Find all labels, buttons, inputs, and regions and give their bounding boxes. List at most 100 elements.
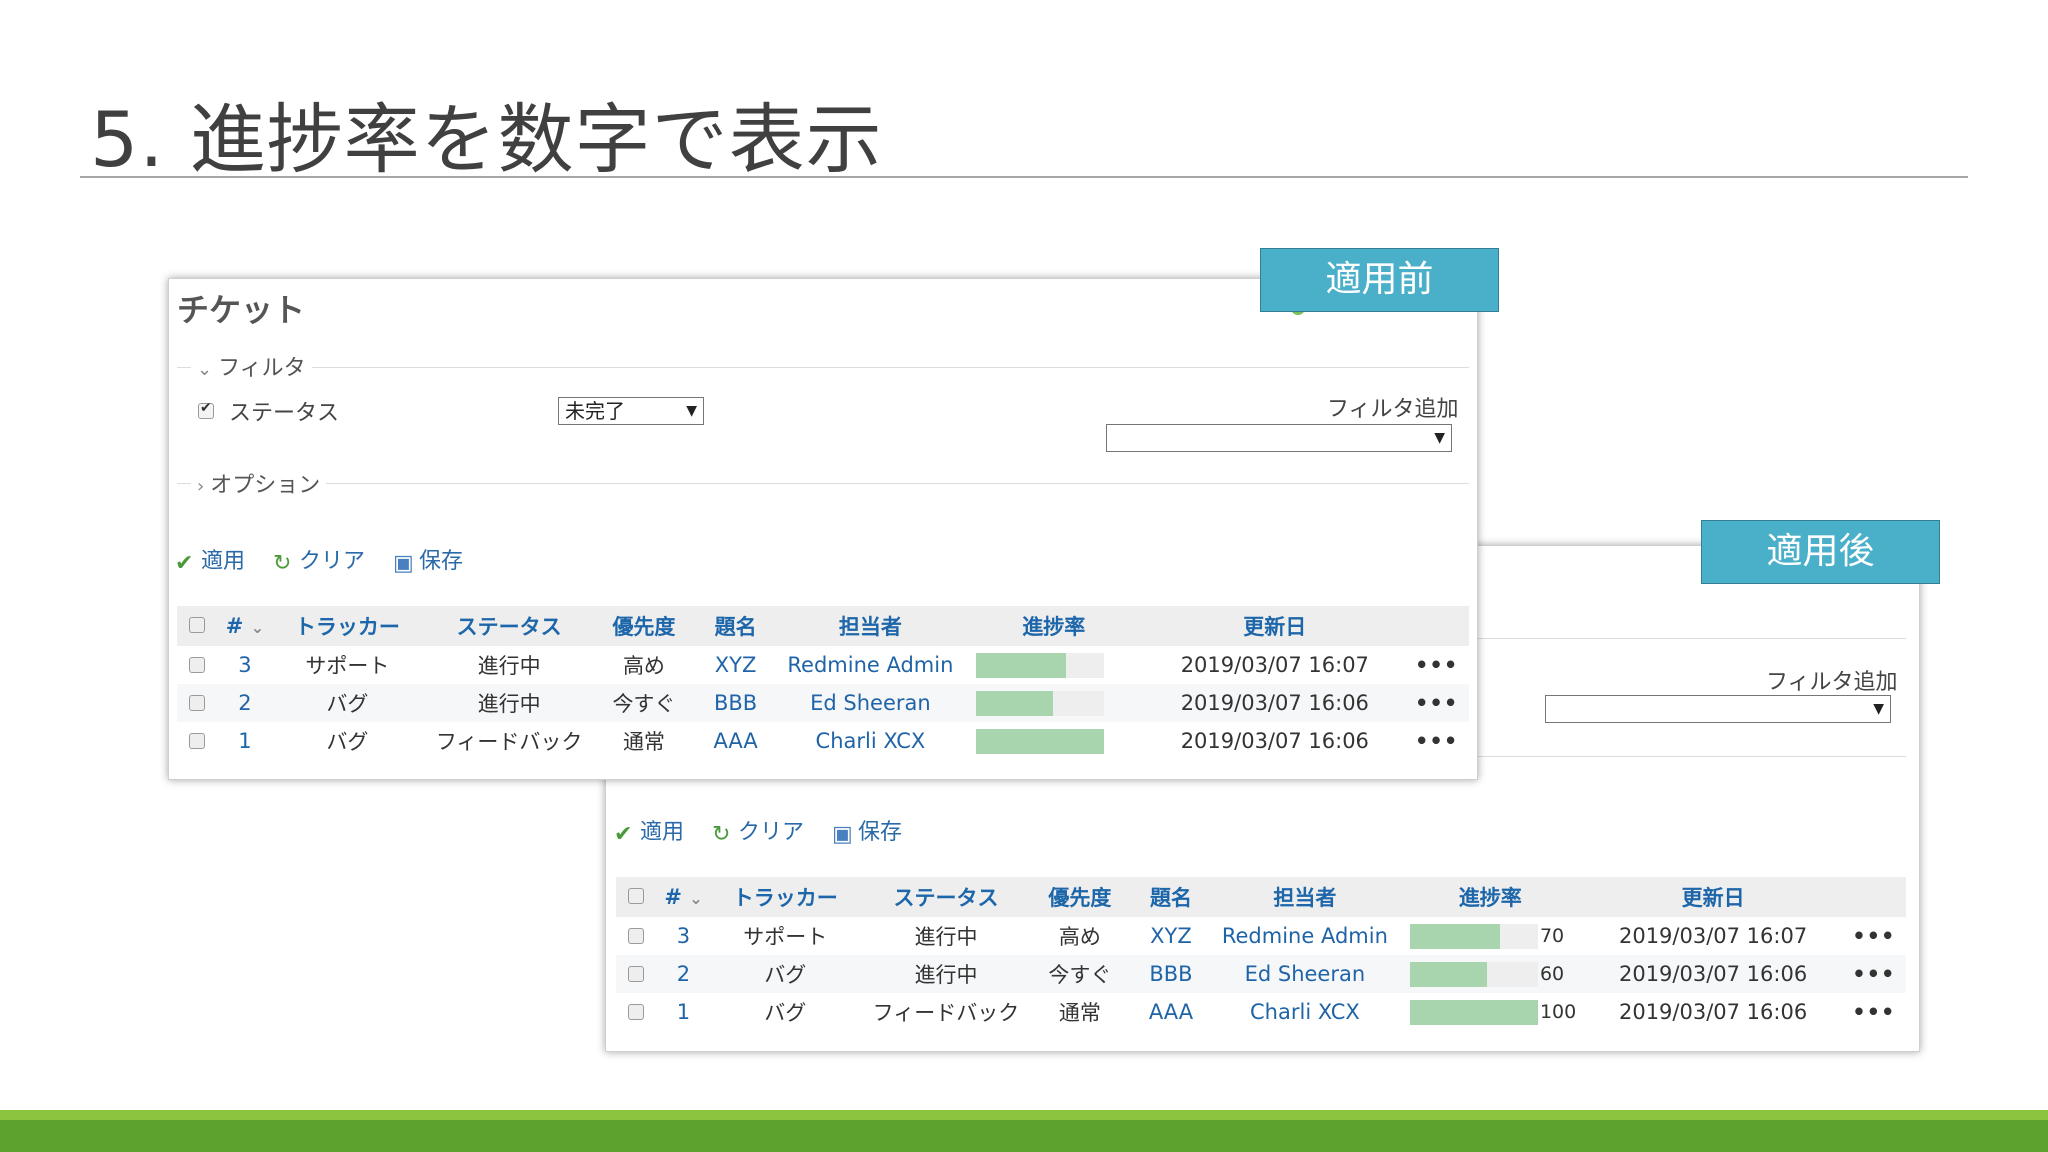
col-tracker[interactable]: トラッカー bbox=[271, 606, 423, 646]
options-fieldset-line bbox=[177, 483, 1469, 484]
clear-link[interactable]: ↻ クリア bbox=[712, 820, 804, 847]
table-row[interactable]: 2 バグ 進行中 今すぐ BBB Ed Sheeran 2019/03/07 16:06 ••… bbox=[177, 684, 1469, 722]
progress-bar-fill bbox=[1409, 999, 1538, 1025]
col-progress[interactable]: 進捗率 bbox=[962, 606, 1146, 646]
table-row[interactable]: 1 バグ フィードバック 通常 AAA Charli XCX 100 2019/03/07 1… bbox=[616, 993, 1906, 1031]
more-actions-icon[interactable]: ••• bbox=[1415, 729, 1458, 753]
add-filter-label: フィルタ追加 bbox=[1327, 397, 1459, 422]
col-priority[interactable]: 優先度 bbox=[595, 606, 693, 646]
status-cell: フィードバック bbox=[422, 722, 596, 760]
apply-link[interactable]: ✔ 適用 bbox=[614, 820, 684, 847]
issues-table-before: # ⌄ トラッカー ステータス 優先度 題名 担当者 進捗率 更新日 3 サポート… bbox=[177, 606, 1469, 760]
col-progress[interactable]: 進捗率 bbox=[1395, 877, 1585, 917]
col-id[interactable]: # ⌄ bbox=[656, 877, 711, 917]
assignee-link[interactable]: Charli XCX bbox=[778, 722, 963, 760]
updated-cell: 2019/03/07 16:07 bbox=[1145, 646, 1405, 684]
page-title: チケット bbox=[177, 291, 306, 329]
add-filter-select[interactable]: ▼ bbox=[1106, 424, 1452, 452]
select-all-checkbox[interactable] bbox=[628, 888, 644, 904]
col-priority[interactable]: 優先度 bbox=[1031, 877, 1129, 917]
save-link[interactable]: ▣ 保存 bbox=[393, 549, 463, 576]
progress-cell: 60 bbox=[1395, 955, 1585, 993]
col-subject[interactable]: 題名 bbox=[1128, 877, 1214, 917]
footer-accent bbox=[0, 1120, 2048, 1152]
subject-link[interactable]: XYZ bbox=[692, 646, 779, 684]
issue-id-link[interactable]: 3 bbox=[656, 917, 711, 955]
updated-cell: 2019/03/07 16:06 bbox=[1584, 955, 1842, 993]
select-all-checkbox-cell[interactable] bbox=[177, 606, 218, 646]
progress-cell bbox=[962, 646, 1146, 684]
status-cell: 進行中 bbox=[860, 917, 1032, 955]
status-filter-label: ステータス bbox=[229, 401, 340, 426]
subject-link[interactable]: XYZ bbox=[1128, 917, 1214, 955]
filter-legend[interactable]: ⌄ フィルタ bbox=[191, 350, 312, 382]
assignee-link[interactable]: Ed Sheeran bbox=[1213, 955, 1396, 993]
table-row[interactable]: 2 バグ 進行中 今すぐ BBB Ed Sheeran 60 2019/03/07 16:06… bbox=[616, 955, 1906, 993]
col-subject[interactable]: 題名 bbox=[692, 606, 779, 646]
select-all-checkbox-cell[interactable] bbox=[616, 877, 657, 917]
col-assignee[interactable]: 担当者 bbox=[1213, 877, 1396, 917]
progress-cell: 70 bbox=[1395, 917, 1585, 955]
status-filter-checkbox[interactable] bbox=[198, 400, 214, 419]
progress-percent: 100 bbox=[1539, 1001, 1577, 1024]
more-actions-icon[interactable]: ••• bbox=[1852, 1000, 1895, 1024]
tickets-panel-before: チケット ⌄フィルタ ステータス 未完了 ▼ フィルタ追加 ▼ ›オプション ✔… bbox=[168, 278, 1478, 780]
tracker-cell: バグ bbox=[710, 993, 861, 1031]
col-status[interactable]: ステータス bbox=[422, 606, 596, 646]
footer-accent-light bbox=[0, 1110, 2048, 1120]
col-updated[interactable]: 更新日 bbox=[1584, 877, 1842, 917]
table-row[interactable]: 3 サポート 進行中 高め XYZ Redmine Admin 2019/03/07 16:… bbox=[177, 646, 1469, 684]
subject-link[interactable]: BBB bbox=[1128, 955, 1214, 993]
progress-bar-fill bbox=[1409, 961, 1487, 987]
row-checkbox[interactable] bbox=[628, 928, 644, 944]
col-updated[interactable]: 更新日 bbox=[1145, 606, 1405, 646]
table-row[interactable]: 3 サポート 進行中 高め XYZ Redmine Admin 70 2019/03/07 1… bbox=[616, 917, 1906, 955]
assignee-link[interactable]: Ed Sheeran bbox=[778, 684, 963, 722]
table-row[interactable]: 1 バグ フィードバック 通常 AAA Charli XCX 2019/03/07 16:0… bbox=[177, 722, 1469, 760]
apply-link[interactable]: ✔ 適用 bbox=[175, 549, 245, 576]
row-checkbox[interactable] bbox=[189, 695, 205, 711]
progress-bar bbox=[976, 652, 1105, 678]
issue-id-link[interactable]: 2 bbox=[217, 684, 272, 722]
more-actions-icon[interactable]: ••• bbox=[1852, 924, 1895, 948]
clear-link[interactable]: ↻ クリア bbox=[273, 549, 365, 576]
floppy-icon: ▣ bbox=[393, 551, 414, 576]
updated-cell: 2019/03/07 16:06 bbox=[1584, 993, 1842, 1031]
save-link[interactable]: ▣ 保存 bbox=[832, 820, 902, 847]
progress-percent: 70 bbox=[1539, 925, 1565, 948]
row-checkbox[interactable] bbox=[628, 1004, 644, 1020]
more-actions-icon[interactable]: ••• bbox=[1415, 653, 1458, 677]
assignee-link[interactable]: Redmine Admin bbox=[1213, 917, 1396, 955]
assignee-link[interactable]: Charli XCX bbox=[1213, 993, 1396, 1031]
tracker-cell: バグ bbox=[271, 722, 423, 760]
slide-title: 5. 進捗率を数字で表示 bbox=[90, 95, 883, 184]
more-actions-icon[interactable]: ••• bbox=[1415, 691, 1458, 715]
row-checkbox[interactable] bbox=[628, 966, 644, 982]
add-filter-select[interactable]: ▼ bbox=[1545, 695, 1891, 723]
issue-id-link[interactable]: 2 bbox=[656, 955, 711, 993]
subject-link[interactable]: AAA bbox=[692, 722, 779, 760]
updated-cell: 2019/03/07 16:07 bbox=[1584, 917, 1842, 955]
assignee-link[interactable]: Redmine Admin bbox=[778, 646, 963, 684]
col-tracker[interactable]: トラッカー bbox=[710, 877, 861, 917]
issue-id-link[interactable]: 1 bbox=[217, 722, 272, 760]
more-actions-icon[interactable]: ••• bbox=[1852, 962, 1895, 986]
chevron-down-icon: ⌄ bbox=[197, 359, 213, 380]
issue-id-link[interactable]: 3 bbox=[217, 646, 272, 684]
tracker-cell: バグ bbox=[710, 955, 861, 993]
issues-table-after: # ⌄ トラッカー ステータス 優先度 題名 担当者 進捗率 更新日 3 サポート… bbox=[616, 877, 1906, 1031]
row-checkbox[interactable] bbox=[189, 733, 205, 749]
subject-link[interactable]: AAA bbox=[1128, 993, 1214, 1031]
subject-link[interactable]: BBB bbox=[692, 684, 779, 722]
reload-icon: ↻ bbox=[712, 822, 731, 847]
progress-bar bbox=[976, 728, 1105, 754]
options-legend[interactable]: › オプション bbox=[191, 467, 327, 499]
priority-cell: 高め bbox=[595, 646, 693, 684]
issue-id-link[interactable]: 1 bbox=[656, 993, 711, 1031]
row-checkbox[interactable] bbox=[189, 657, 205, 673]
select-all-checkbox[interactable] bbox=[189, 617, 205, 633]
col-status[interactable]: ステータス bbox=[860, 877, 1032, 917]
col-assignee[interactable]: 担当者 bbox=[778, 606, 963, 646]
status-operator-select[interactable]: 未完了 ▼ bbox=[558, 397, 704, 425]
col-id[interactable]: # ⌄ bbox=[217, 606, 272, 646]
